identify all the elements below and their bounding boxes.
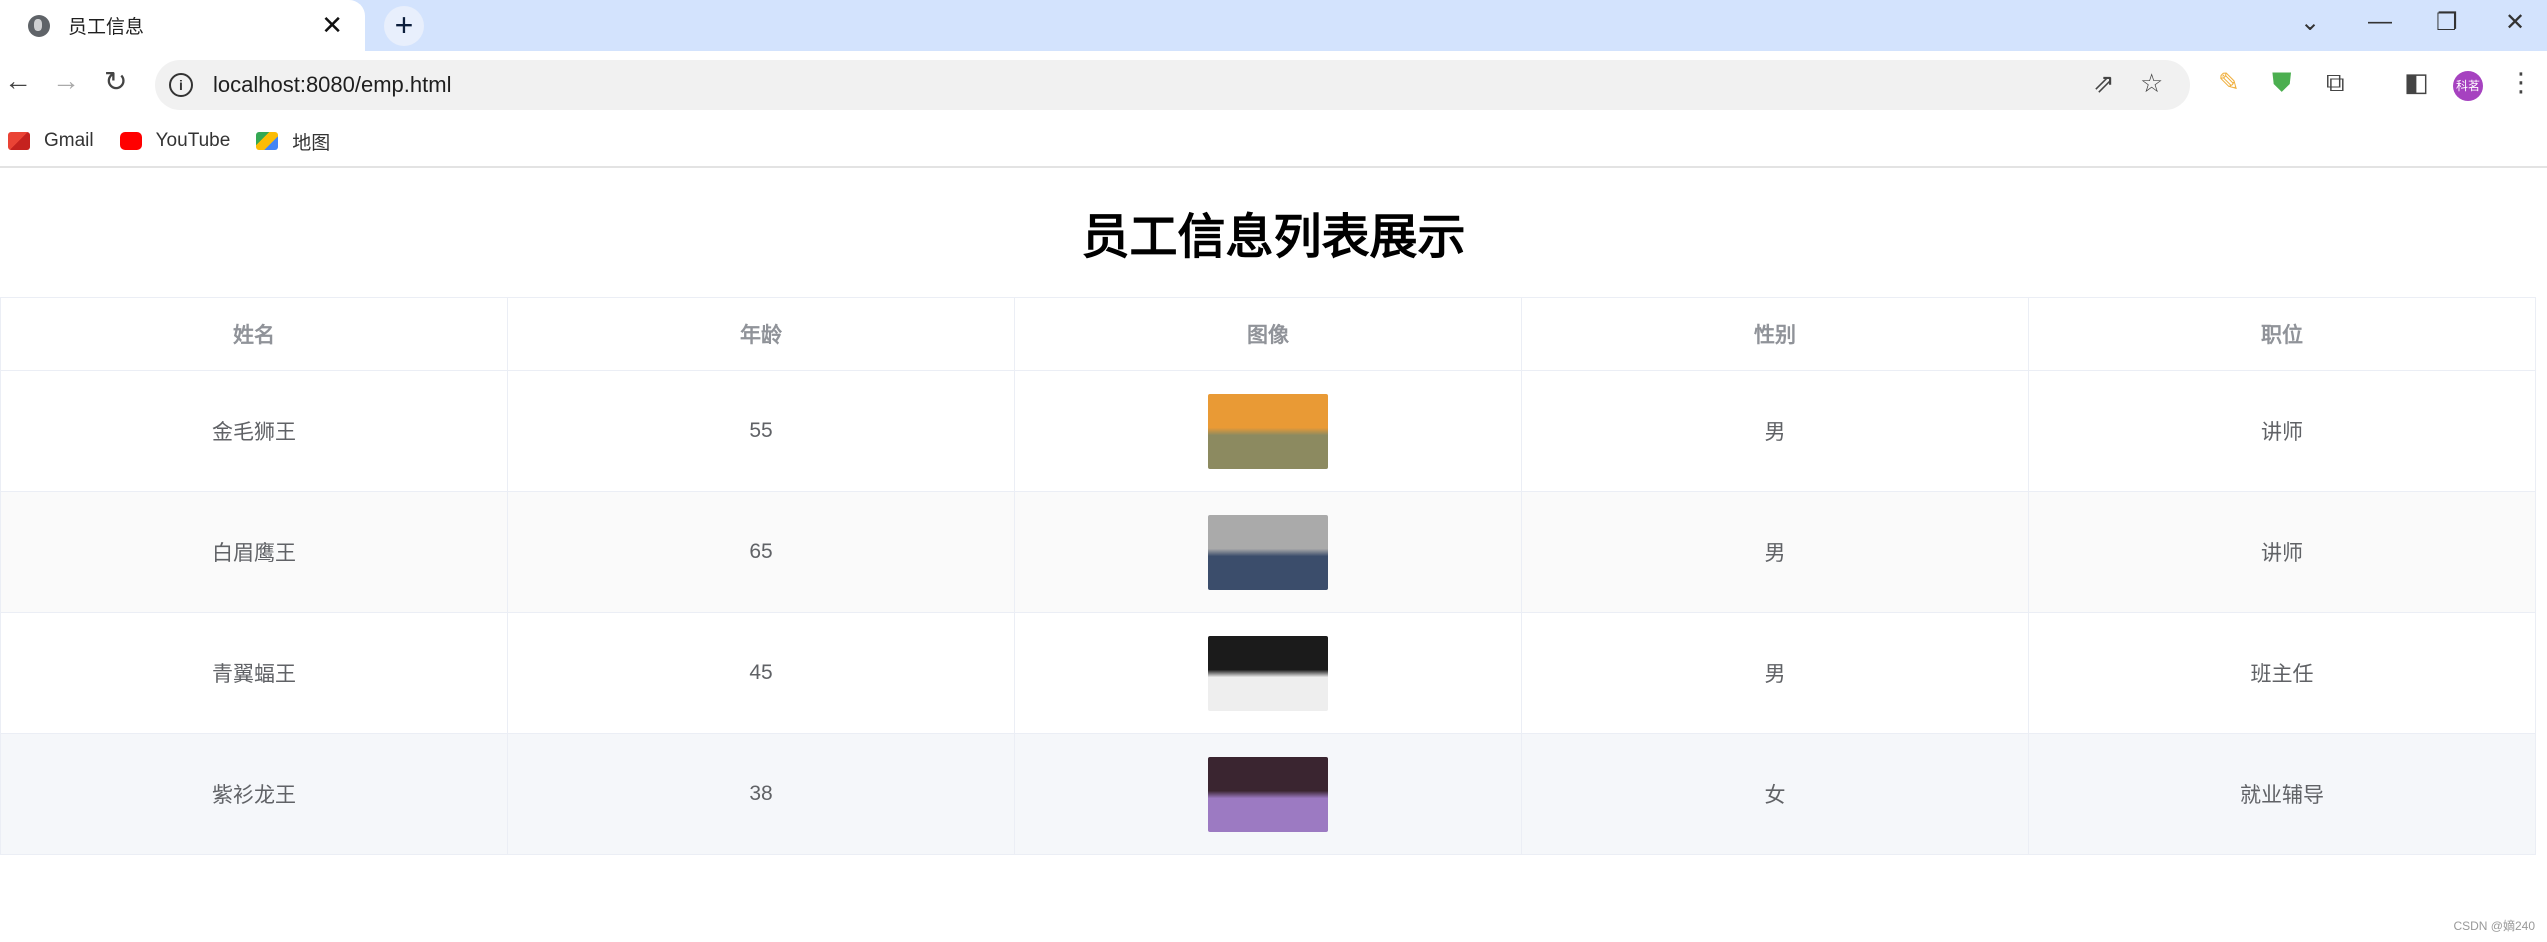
table-row[interactable]: 金毛狮王 55 男讲师 — [0, 370, 2536, 492]
cell-name: 紫衫龙王 — [0, 733, 508, 855]
tab-title: 员工信息 — [68, 17, 145, 38]
column-header-age: 年龄 — [507, 297, 1015, 371]
page-title: 员工信息列表展示 — [1081, 211, 1466, 264]
toolbar: ← → ↻ i localhost:8080/emp.html ⇗ ☆ ✎ ⛊ … — [0, 51, 2547, 116]
cell-job: 班主任 — [2028, 612, 2536, 734]
cell-age: 45 — [507, 612, 1015, 734]
employee-avatar-image — [1208, 393, 1328, 469]
bookmark-star-icon[interactable]: ☆ — [2140, 68, 2163, 99]
browser-tab[interactable]: 员工信息 ✕ — [0, 0, 365, 51]
table-row[interactable]: 紫衫龙王 38 女就业辅导 — [0, 733, 2536, 855]
cell-age: 38 — [507, 733, 1015, 855]
reload-icon[interactable]: ↻ — [104, 65, 127, 98]
column-header-job: 职位 — [2028, 297, 2536, 371]
share-icon[interactable]: ⇗ — [2093, 68, 2115, 99]
cell-image — [1014, 612, 1522, 734]
cell-job: 讲师 — [2028, 491, 2536, 613]
menu-kebab-icon[interactable]: ⋮ — [2508, 67, 2534, 98]
tab-search-chevron-icon[interactable]: ⌄ — [2300, 8, 2320, 37]
minimize-icon[interactable]: — — [2368, 8, 2392, 36]
table-header-row: 姓名 年龄 图像 性别 职位 — [0, 297, 2536, 371]
maps-icon — [256, 132, 279, 150]
employee-avatar-image — [1208, 514, 1328, 590]
tab-strip: 员工信息 ✕ + ⌄ — ❐ ✕ — [0, 0, 2547, 51]
column-header-gender: 性别 — [1521, 297, 2029, 371]
employee-table: 姓名 年龄 图像 性别 职位 金毛狮王 55 男讲师 白眉鹰王 65 男讲师 青翼蝠王 45 男… — [0, 297, 2536, 855]
bookmark-gmail[interactable]: Gmail — [8, 130, 94, 152]
column-header-image: 图像 — [1014, 297, 1522, 371]
bookmark-label: Gmail — [44, 130, 94, 151]
bookmarks-bar: Gmail YouTube 地图 — [0, 116, 2547, 168]
cell-name: 青翼蝠王 — [0, 612, 508, 734]
new-tab-button[interactable]: + — [384, 6, 424, 46]
back-icon[interactable]: ← — [4, 65, 32, 97]
restore-icon[interactable]: ❐ — [2436, 8, 2458, 37]
forward-icon[interactable]: → — [52, 65, 80, 97]
close-window-icon[interactable]: ✕ — [2505, 8, 2525, 37]
bookmark-label: YouTube — [155, 130, 231, 151]
close-tab-icon[interactable]: ✕ — [321, 10, 343, 41]
address-bar[interactable]: i localhost:8080/emp.html ⇗ ☆ — [155, 60, 2190, 110]
employee-avatar-image — [1208, 756, 1328, 832]
table-row[interactable]: 青翼蝠王 45 男班主任 — [0, 612, 2536, 734]
adguard-shield-icon[interactable]: ⛊ — [2272, 67, 2292, 99]
bookmark-maps[interactable]: 地图 — [256, 128, 330, 155]
url-text[interactable]: localhost:8080/emp.html — [213, 72, 451, 98]
bookmark-label: 地图 — [292, 132, 331, 154]
cell-image — [1014, 733, 1522, 855]
youtube-icon — [119, 132, 142, 150]
cell-age: 65 — [507, 491, 1015, 613]
column-header-name: 姓名 — [0, 297, 508, 371]
cell-job: 讲师 — [2028, 370, 2536, 492]
gmail-icon — [8, 132, 30, 150]
site-info-icon[interactable]: i — [169, 73, 193, 97]
cell-gender: 男 — [1521, 370, 2029, 492]
employee-avatar-image — [1208, 635, 1328, 711]
globe-icon — [28, 14, 50, 37]
side-panel-icon[interactable]: ◧ — [2404, 67, 2429, 98]
watermark: CSDN @嫡240 — [2453, 919, 2535, 933]
extensions-puzzle-icon[interactable]: ⧉ — [2326, 67, 2345, 99]
eyedropper-extension-icon[interactable]: ✎ — [2218, 67, 2240, 98]
table-row[interactable]: 白眉鹰王 65 男讲师 — [0, 491, 2536, 613]
cell-gender: 男 — [1521, 491, 2029, 613]
bookmark-youtube[interactable]: YouTube — [119, 130, 231, 152]
cell-job: 就业辅导 — [2028, 733, 2536, 855]
cell-name: 金毛狮王 — [0, 370, 508, 492]
profile-avatar[interactable]: 科茗 — [2453, 71, 2483, 101]
cell-name: 白眉鹰王 — [0, 491, 508, 613]
cell-age: 55 — [507, 370, 1015, 492]
cell-gender: 男 — [1521, 612, 2029, 734]
cell-image — [1014, 370, 1522, 492]
cell-image — [1014, 491, 1522, 613]
cell-gender: 女 — [1521, 733, 2029, 855]
